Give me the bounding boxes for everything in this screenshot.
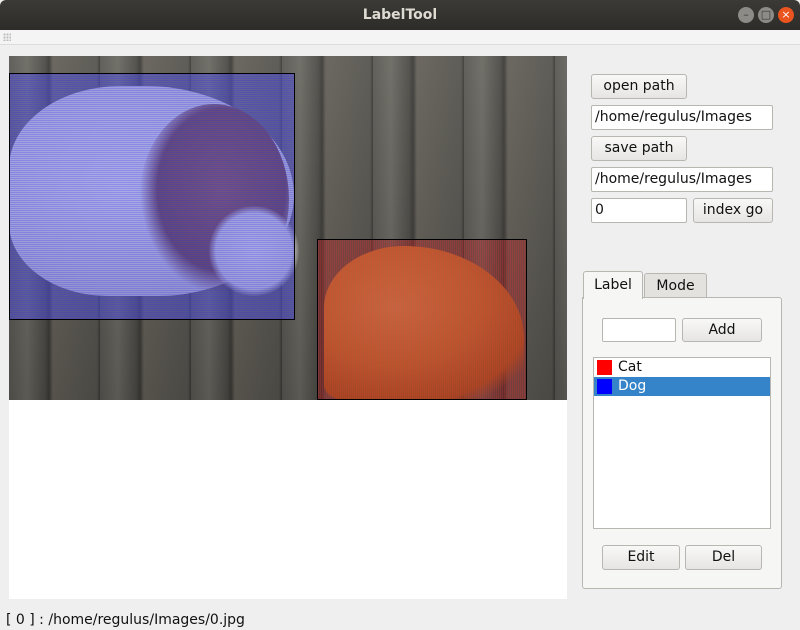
minimize-icon[interactable]: – (738, 7, 754, 23)
status-bar-text: [ 0 ] : /home/regulus/Images/0.jpg (6, 612, 245, 628)
image-canvas[interactable] (9, 56, 567, 599)
cat-color-swatch (597, 360, 612, 375)
bounding-box-dog[interactable] (9, 73, 295, 320)
toolbar-grip-icon[interactable] (3, 33, 11, 41)
list-item-label: Dog (618, 378, 647, 394)
list-item-dog[interactable]: Dog (594, 377, 770, 396)
save-path-field[interactable]: /home/regulus/Images (591, 167, 773, 192)
close-icon[interactable]: × (778, 7, 794, 23)
delete-label-button[interactable]: Del (685, 545, 762, 570)
tab-label[interactable]: Label (583, 271, 643, 299)
dog-color-swatch (597, 379, 612, 394)
maximize-icon[interactable]: □ (758, 7, 774, 23)
window-title: LabelTool (362, 7, 438, 23)
list-item-label: Cat (618, 359, 642, 375)
tab-mode[interactable]: Mode (644, 273, 707, 298)
toolbar-strip (0, 30, 800, 45)
image-view[interactable] (9, 56, 567, 400)
open-path-field[interactable]: /home/regulus/Images (591, 105, 773, 130)
bounding-box-cat[interactable] (317, 239, 527, 400)
open-path-button[interactable]: open path (591, 74, 687, 99)
index-field[interactable]: 0 (591, 198, 687, 223)
save-path-button[interactable]: save path (591, 136, 687, 161)
new-label-input[interactable] (602, 318, 676, 342)
title-bar: LabelTool – □ × (0, 0, 800, 30)
label-list[interactable]: Cat Dog (593, 357, 771, 529)
add-label-button[interactable]: Add (682, 318, 762, 342)
list-item-cat[interactable]: Cat (594, 358, 770, 377)
edit-label-button[interactable]: Edit (602, 545, 680, 570)
index-go-button[interactable]: index go (693, 198, 773, 223)
